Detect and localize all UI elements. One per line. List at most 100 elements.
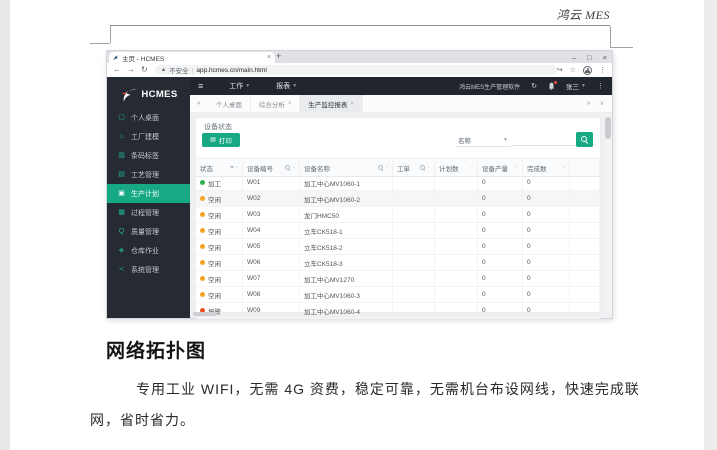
address-bar[interactable]: ▲ 不安全 | app.hcmes.cn/main.html — [155, 65, 557, 75]
done-cell: 0 — [523, 287, 570, 302]
scrollbar-thumb[interactable] — [605, 117, 611, 139]
app-tab-close-icon[interactable]: × — [350, 101, 354, 107]
table-row[interactable]: 加工 W01 加工中心MV1060-1 0 0 — [196, 175, 600, 191]
sidebar-item[interactable]: ⌂ 工厂建模 — [107, 127, 190, 146]
collapse-tabs-icon[interactable]: « — [190, 100, 208, 107]
vertical-scrollbar[interactable] — [605, 115, 611, 310]
sort-icon[interactable]: ◦ — [516, 165, 518, 171]
table-row[interactable]: 空闲 W07 加工中心MV1270 0 0 — [196, 271, 600, 287]
sidebar-item[interactable]: ≺ 系统管理 — [107, 260, 190, 279]
table-row[interactable]: 空闲 W02 加工中心MV1060-2 0 0 — [196, 191, 600, 207]
header-cell[interactable] — [570, 159, 600, 176]
nav-item-work[interactable]: 工作 ▼ — [229, 81, 250, 91]
browser-menu-icon[interactable]: ⋮ — [599, 66, 606, 74]
search-icon[interactable] — [378, 165, 384, 171]
horizontal-scrollbar-thumb[interactable] — [193, 312, 217, 316]
nav-item-report[interactable]: 报表 ▼ — [276, 81, 297, 91]
header-cell[interactable]: 设备名称 ◦ — [300, 159, 393, 176]
plan-cell — [435, 271, 478, 286]
kebab-menu-icon[interactable]: ⋮ — [597, 82, 604, 90]
sort-icon[interactable]: ◦ — [236, 165, 238, 171]
header-cell[interactable]: 完成数 ◦ — [523, 159, 570, 176]
sidebar-item[interactable]: ▣ 生产计划 — [107, 184, 190, 203]
table-row[interactable]: 空闲 W03 龙门HMC50 0 0 — [196, 207, 600, 223]
app-logo[interactable]: HCMES — [107, 81, 190, 108]
back-icon[interactable]: ← — [113, 66, 121, 74]
column-label: 设备产量 — [482, 163, 508, 173]
print-button[interactable]: ▤ 打印 — [202, 133, 240, 147]
table-body: 加工 W01 加工中心MV1060-1 0 0 — [196, 175, 600, 319]
search-input[interactable] — [511, 133, 576, 146]
app-tab[interactable]: 生产监控报表 × — [300, 95, 363, 112]
table-row[interactable]: 空闲 W05 立车CK518-2 0 0 — [196, 239, 600, 255]
nav-item-label: 工作 — [229, 81, 243, 91]
security-warning-icon[interactable]: ▲ — [161, 67, 166, 73]
spacer-cell — [570, 239, 600, 254]
filter-select[interactable]: 名称 ▼ — [455, 133, 511, 147]
bookmark-star-icon[interactable]: ☆ — [570, 66, 576, 74]
browser-tab-strip: 主页 - HCMES × + – □ × — [107, 51, 612, 63]
sidebar-item[interactable]: ▥ 条码标签 — [107, 146, 190, 165]
output-cell: 0 — [478, 271, 523, 286]
caret-down-icon: ▼ — [245, 83, 250, 89]
table-row[interactable]: 空闲 W04 立车CK518-1 0 0 — [196, 223, 600, 239]
table-row[interactable]: 空闲 W06 立车CK518-3 0 0 — [196, 255, 600, 271]
bell-icon[interactable] — [548, 82, 555, 90]
output-cell: 0 — [478, 191, 523, 206]
search-icon[interactable] — [285, 165, 291, 171]
sort-icon[interactable]: ◦ — [471, 165, 473, 171]
margin-mark — [610, 26, 611, 47]
sidebar-item[interactable]: ▢ 个人桌面 — [107, 108, 190, 127]
minimize-button[interactable]: – — [572, 53, 576, 62]
table-row[interactable]: 空闲 W08 加工中心MV1060-3 0 0 — [196, 287, 600, 303]
spacer-cell — [570, 287, 600, 302]
app-tab[interactable]: 个人桌面 — [208, 95, 251, 112]
sidebar-item[interactable]: Q 质量管理 — [107, 222, 190, 241]
column-label: 设备名称 — [304, 163, 330, 173]
order-cell — [393, 223, 435, 238]
sidebar-item-label: 仓库作业 — [131, 246, 159, 256]
header-cell[interactable]: 工单 ◦ — [393, 159, 435, 176]
new-tab-button[interactable]: + — [276, 51, 281, 61]
sidebar-item-label: 过程管理 — [131, 208, 159, 218]
name-cell: 加工中心MV1060-2 — [300, 191, 393, 206]
menu-toggle-icon[interactable]: ≡ — [198, 81, 203, 91]
done-cell: 0 — [523, 191, 570, 206]
app-tab-label: 综合分析 — [259, 99, 285, 109]
tabbar-dropdown-icon[interactable]: ∨ — [600, 100, 604, 107]
app-tab-close-icon[interactable]: × — [288, 101, 292, 107]
spacer-cell — [570, 223, 600, 238]
user-menu[interactable]: 张三 ▼ — [566, 81, 586, 91]
done-cell: 0 — [523, 303, 570, 318]
header-cell[interactable]: 计划数 ◦ — [435, 159, 478, 176]
search-button[interactable] — [576, 132, 593, 147]
sidebar-item[interactable]: ◈ 仓库作业 — [107, 241, 190, 260]
sort-icon[interactable]: ◦ — [428, 165, 430, 171]
header-cell[interactable]: 设备编号 ◦ — [243, 159, 300, 176]
printer-icon: ▤ — [210, 137, 216, 143]
forward-icon[interactable]: → — [127, 66, 135, 74]
sidebar-item-label: 系统管理 — [131, 265, 159, 275]
sidebar-item[interactable]: ▤ 工艺管理 — [107, 165, 190, 184]
app-tab[interactable]: 综合分析 × — [251, 95, 301, 112]
search-icon[interactable] — [420, 165, 426, 171]
sidebar-item[interactable]: ▦ 过程管理 — [107, 203, 190, 222]
browser-tab[interactable]: 主页 - HCMES × — [109, 52, 275, 63]
sort-icon[interactable]: ◦ — [563, 165, 565, 171]
table-row[interactable]: 报警 W09 加工中心MV1060-4 0 0 — [196, 303, 600, 319]
sort-icon[interactable]: ◦ — [293, 165, 295, 171]
filter-icon[interactable] — [230, 166, 234, 169]
reload-icon[interactable]: ↻ — [141, 66, 148, 74]
maximize-button[interactable]: □ — [587, 53, 592, 62]
sort-icon[interactable]: ◦ — [386, 165, 388, 171]
avatar-icon[interactable] — [583, 66, 592, 75]
expand-tabs-icon[interactable]: » — [587, 100, 591, 107]
header-cell[interactable]: 设备产量 ◦ — [478, 159, 523, 176]
header-cell[interactable]: 状态 ◦ — [196, 159, 243, 176]
refresh-icon[interactable]: ↻ — [531, 83, 537, 90]
send-to-device-icon[interactable]: ↪ — [557, 66, 563, 74]
tab-close-icon[interactable]: × — [267, 54, 271, 61]
name-cell: 加工中心MV1060-3 — [300, 287, 393, 302]
close-button[interactable]: × — [603, 53, 607, 62]
filter-label: 名称 — [458, 135, 471, 145]
